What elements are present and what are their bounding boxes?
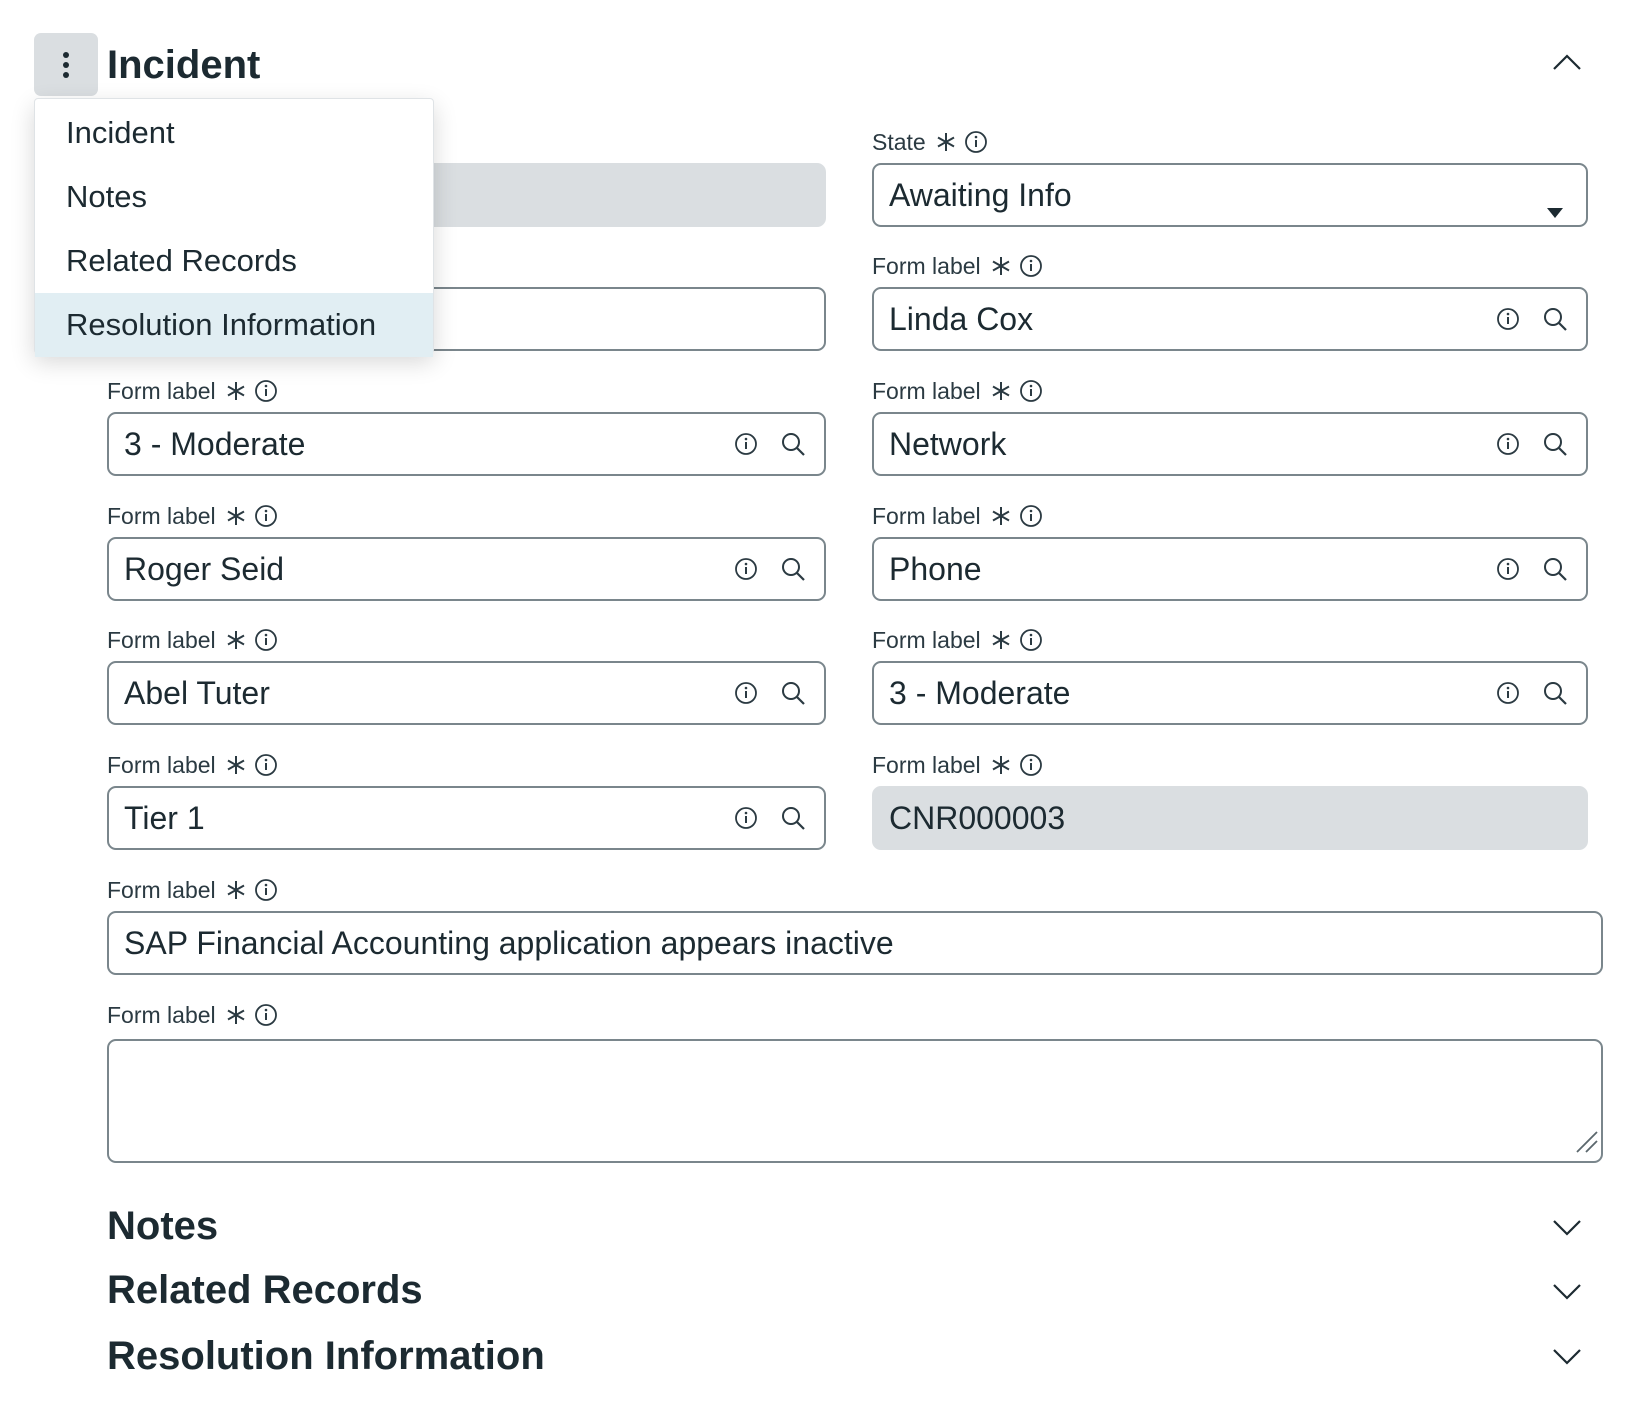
caret-down-icon <box>1546 190 1564 227</box>
info-icon[interactable] <box>1496 557 1520 581</box>
info-icon[interactable] <box>1019 628 1043 652</box>
reference-field-right-5[interactable]: 3 - Moderate <box>872 661 1588 725</box>
field-value: CNR000003 <box>889 799 1066 836</box>
chevron-down-icon[interactable] <box>1552 1347 1582 1372</box>
field-value: Roger Seid <box>124 550 285 587</box>
form-label-right-2: Form label <box>872 251 1043 281</box>
short-description-input[interactable]: SAP Financial Accounting application app… <box>107 911 1603 975</box>
info-icon[interactable] <box>254 504 278 528</box>
required-asterisk-icon <box>226 880 246 900</box>
section-notes-title[interactable]: Notes <box>107 1199 218 1253</box>
search-icon[interactable] <box>1542 306 1568 332</box>
reference-field-left-3[interactable]: 3 - Moderate <box>107 412 826 476</box>
info-icon[interactable] <box>964 130 988 154</box>
required-asterisk-icon <box>991 381 1011 401</box>
reference-field-right-3[interactable]: Network <box>872 412 1588 476</box>
form-label-right-4: Form label <box>872 501 1043 531</box>
state-label: State <box>872 127 988 157</box>
required-asterisk-icon <box>226 506 246 526</box>
required-asterisk-icon <box>226 755 246 775</box>
menu-item-related-records[interactable]: Related Records <box>35 229 433 293</box>
search-icon[interactable] <box>780 805 806 831</box>
readonly-number-field: CNR000003 <box>872 786 1588 850</box>
form-label-description: Form label <box>107 1000 278 1030</box>
info-icon[interactable] <box>1496 681 1520 705</box>
search-icon[interactable] <box>780 431 806 457</box>
info-icon[interactable] <box>254 878 278 902</box>
reference-field-right-4[interactable]: Phone <box>872 537 1588 601</box>
info-icon[interactable] <box>734 432 758 456</box>
info-icon[interactable] <box>734 557 758 581</box>
info-icon[interactable] <box>1019 504 1043 528</box>
info-icon[interactable] <box>734 806 758 830</box>
state-select[interactable]: Awaiting Info <box>872 163 1588 227</box>
info-icon[interactable] <box>254 1003 278 1027</box>
state-select-value: Awaiting Info <box>889 176 1072 213</box>
reference-field-left-5[interactable]: Abel Tuter <box>107 661 826 725</box>
reference-field-right-2[interactable]: Linda Cox <box>872 287 1588 351</box>
form-label-right-3: Form label <box>872 376 1043 406</box>
resize-handle-icon[interactable] <box>1573 1128 1599 1159</box>
reference-field-left-4[interactable]: Roger Seid <box>107 537 826 601</box>
form-label-short-description: Form label <box>107 875 278 905</box>
menu-item-incident[interactable]: Incident <box>35 101 433 165</box>
info-icon[interactable] <box>1019 753 1043 777</box>
section-dropdown-menu: Incident Notes Related Records Resolutio… <box>34 98 434 357</box>
required-asterisk-icon <box>226 381 246 401</box>
chevron-up-icon[interactable] <box>1552 52 1582 77</box>
required-asterisk-icon <box>226 1005 246 1025</box>
section-title: Incident <box>107 43 261 87</box>
field-value: Abel Tuter <box>124 674 270 711</box>
form-label-left-5: Form label <box>107 625 278 655</box>
form-label-left-3: Form label <box>107 376 278 406</box>
search-icon[interactable] <box>1542 431 1568 457</box>
description-textarea[interactable] <box>107 1039 1603 1163</box>
section-related-records-title[interactable]: Related Records <box>107 1263 423 1317</box>
search-icon[interactable] <box>1542 556 1568 582</box>
info-icon[interactable] <box>254 379 278 403</box>
info-icon[interactable] <box>1019 379 1043 403</box>
field-value: Linda Cox <box>889 300 1034 337</box>
section-resolution-information-title[interactable]: Resolution Information <box>107 1329 545 1383</box>
required-asterisk-icon <box>936 132 956 152</box>
search-icon[interactable] <box>780 556 806 582</box>
field-value: Network <box>889 425 1007 462</box>
search-icon[interactable] <box>1542 680 1568 706</box>
required-asterisk-icon <box>991 256 1011 276</box>
required-asterisk-icon <box>991 755 1011 775</box>
info-icon[interactable] <box>254 753 278 777</box>
info-icon[interactable] <box>1496 307 1520 331</box>
required-asterisk-icon <box>991 506 1011 526</box>
info-icon[interactable] <box>734 681 758 705</box>
field-value: SAP Financial Accounting application app… <box>124 924 894 961</box>
info-icon[interactable] <box>1496 432 1520 456</box>
required-asterisk-icon <box>226 630 246 650</box>
field-value: 3 - Moderate <box>124 425 306 462</box>
form-label-left-4: Form label <box>107 501 278 531</box>
form-label-right-6: Form label <box>872 750 1043 780</box>
form-label-right-5: Form label <box>872 625 1043 655</box>
info-icon[interactable] <box>254 628 278 652</box>
section-menu-button[interactable] <box>34 33 98 96</box>
vertical-ellipsis-icon <box>63 51 69 78</box>
field-value: Phone <box>889 550 982 587</box>
search-icon[interactable] <box>780 680 806 706</box>
menu-item-notes[interactable]: Notes <box>35 165 433 229</box>
chevron-down-icon[interactable] <box>1552 1282 1582 1307</box>
field-value: 3 - Moderate <box>889 674 1071 711</box>
chevron-down-icon[interactable] <box>1552 1218 1582 1243</box>
reference-field-left-6[interactable]: Tier 1 <box>107 786 826 850</box>
info-icon[interactable] <box>1019 254 1043 278</box>
form-label-left-6: Form label <box>107 750 278 780</box>
required-asterisk-icon <box>991 630 1011 650</box>
menu-item-resolution-information[interactable]: Resolution Information <box>35 293 433 357</box>
field-value: Tier 1 <box>124 799 205 836</box>
